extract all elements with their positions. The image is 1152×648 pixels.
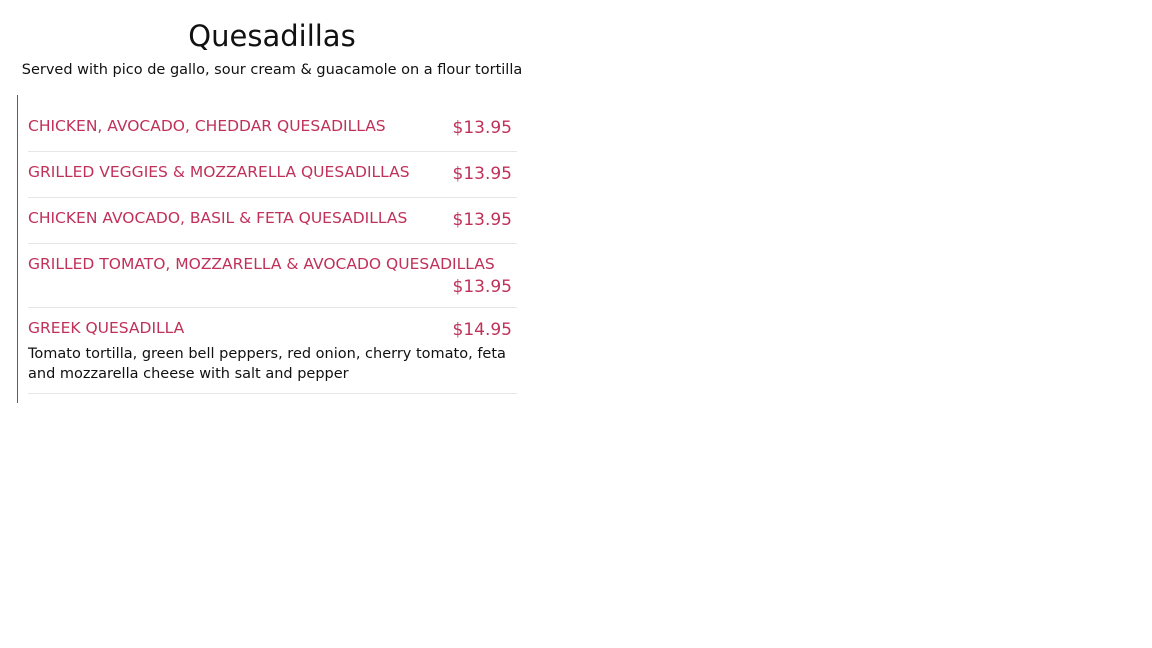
menu-item-name: GRILLED VEGGIES & MOZZARELLA QUESADILLAS xyxy=(28,163,410,181)
menu-item-name: CHICKEN AVOCADO, BASIL & FETA QUESADILLA… xyxy=(28,209,408,227)
menu-item-description: Tomato tortilla, green bell peppers, red… xyxy=(28,346,506,382)
menu-item-name: CHICKEN, AVOCADO, CHEDDAR QUESADILLAS xyxy=(28,117,386,135)
section-subtitle: Served with pico de gallo, sour cream & … xyxy=(21,62,523,78)
menu-item-name: GRILLED TOMATO, MOZZARELLA & AVOCADO QUE… xyxy=(28,255,495,273)
section-title: Quesadillas xyxy=(188,19,356,53)
menu-item-price: $13.95 xyxy=(452,118,512,138)
menu-item: GREEK QUESADILLA $14.95 Tomato tortilla,… xyxy=(28,308,517,394)
menu-items-container: CHICKEN, AVOCADO, CHEDDAR QUESADILLAS $1… xyxy=(17,95,518,403)
menu-item: CHICKEN AVOCADO, BASIL & FETA QUESADILLA… xyxy=(28,198,517,244)
menu-item-price: $13.95 xyxy=(452,277,512,297)
menu-item: CHICKEN, AVOCADO, CHEDDAR QUESADILLAS $1… xyxy=(28,106,517,152)
menu-item-price: $14.95 xyxy=(452,320,512,340)
menu-item-list: CHICKEN, AVOCADO, CHEDDAR QUESADILLAS $1… xyxy=(28,106,517,394)
menu-item-price: $13.95 xyxy=(452,164,512,184)
menu-item: GRILLED TOMATO, MOZZARELLA & AVOCADO QUE… xyxy=(28,244,517,308)
menu-item-name: GREEK QUESADILLA xyxy=(28,319,185,337)
menu-item-price: $13.95 xyxy=(452,210,512,230)
menu-item: GRILLED VEGGIES & MOZZARELLA QUESADILLAS… xyxy=(28,152,517,198)
